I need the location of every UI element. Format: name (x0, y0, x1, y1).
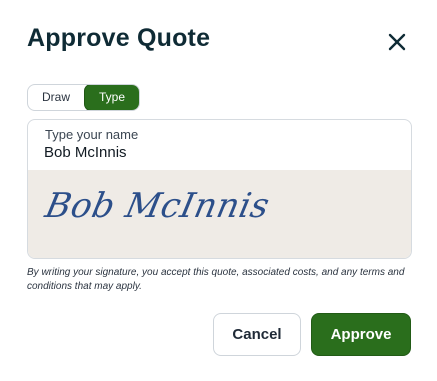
dialog-title: Approve Quote (27, 24, 211, 52)
tab-draw[interactable]: Draw (28, 85, 84, 110)
close-button[interactable] (386, 31, 408, 53)
signature-preview-text: Bob McInnis (41, 186, 274, 226)
approve-quote-dialog: Approve Quote Draw Type Type your name B… (0, 0, 437, 381)
signature-mode-toggle: Draw Type (27, 84, 141, 111)
signature-card: Type your name Bob McInnis (27, 119, 412, 259)
tab-type[interactable]: Type (84, 85, 140, 110)
name-field-label: Type your name (45, 127, 139, 142)
close-icon (388, 33, 406, 51)
cancel-button[interactable]: Cancel (213, 313, 301, 356)
approve-button[interactable]: Approve (311, 313, 411, 356)
disclaimer-text: By writing your signature, you accept th… (27, 267, 405, 292)
name-input[interactable] (44, 144, 384, 161)
signature-preview: Bob McInnis (28, 170, 411, 258)
